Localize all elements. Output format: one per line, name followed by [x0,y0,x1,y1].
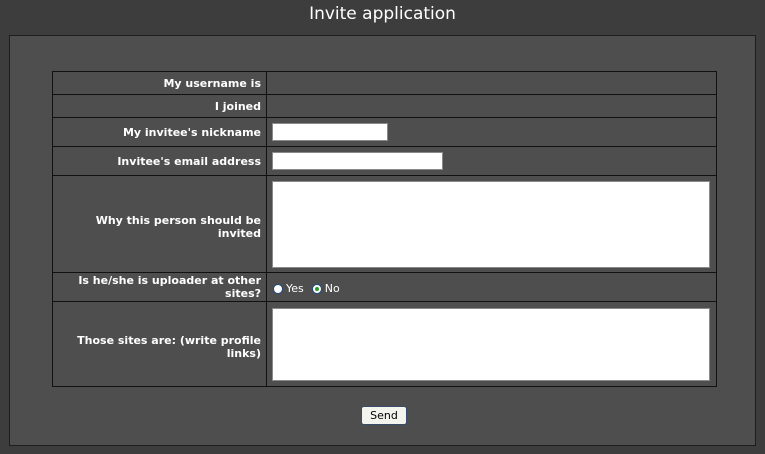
username-row: My username is [52,71,717,95]
uploader-radio-group: Yes No [267,279,716,295]
nickname-row: My invitee's nickname [52,117,717,147]
username-value [266,71,717,95]
username-label: My username is [52,71,267,95]
uploader-label: Is he/she is uploader at other sites? [52,272,267,302]
uploader-yes-radio[interactable] [273,283,283,294]
reason-row: Why this person should be invited [52,175,717,273]
uploader-no-radio[interactable] [311,283,322,294]
send-button[interactable]: Send [361,406,407,425]
uploader-row: Is he/she is uploader at other sites? Ye… [52,272,717,302]
joined-value [266,94,717,118]
invite-form-panel: My username is I joined My invitee's nic… [9,35,756,446]
sites-row: Those sites are: (write profile links) [52,301,717,387]
reason-textarea[interactable] [272,180,710,268]
invite-form-table: My username is I joined My invitee's nic… [52,71,717,387]
sites-label: Those sites are: (write profile links) [52,301,267,387]
sites-textarea[interactable] [272,307,710,381]
joined-row: I joined [52,94,717,118]
nickname-input[interactable] [272,123,388,141]
email-input[interactable] [272,152,443,170]
uploader-yes-label[interactable]: Yes [286,282,304,295]
page-title: Invite application [309,4,456,24]
email-label: Invitee's email address [52,146,267,176]
uploader-no-label[interactable]: No [325,282,340,295]
joined-label: I joined [52,94,267,118]
reason-label: Why this person should be invited [52,175,267,273]
nickname-label: My invitee's nickname [52,117,267,147]
email-row: Invitee's email address [52,146,717,176]
